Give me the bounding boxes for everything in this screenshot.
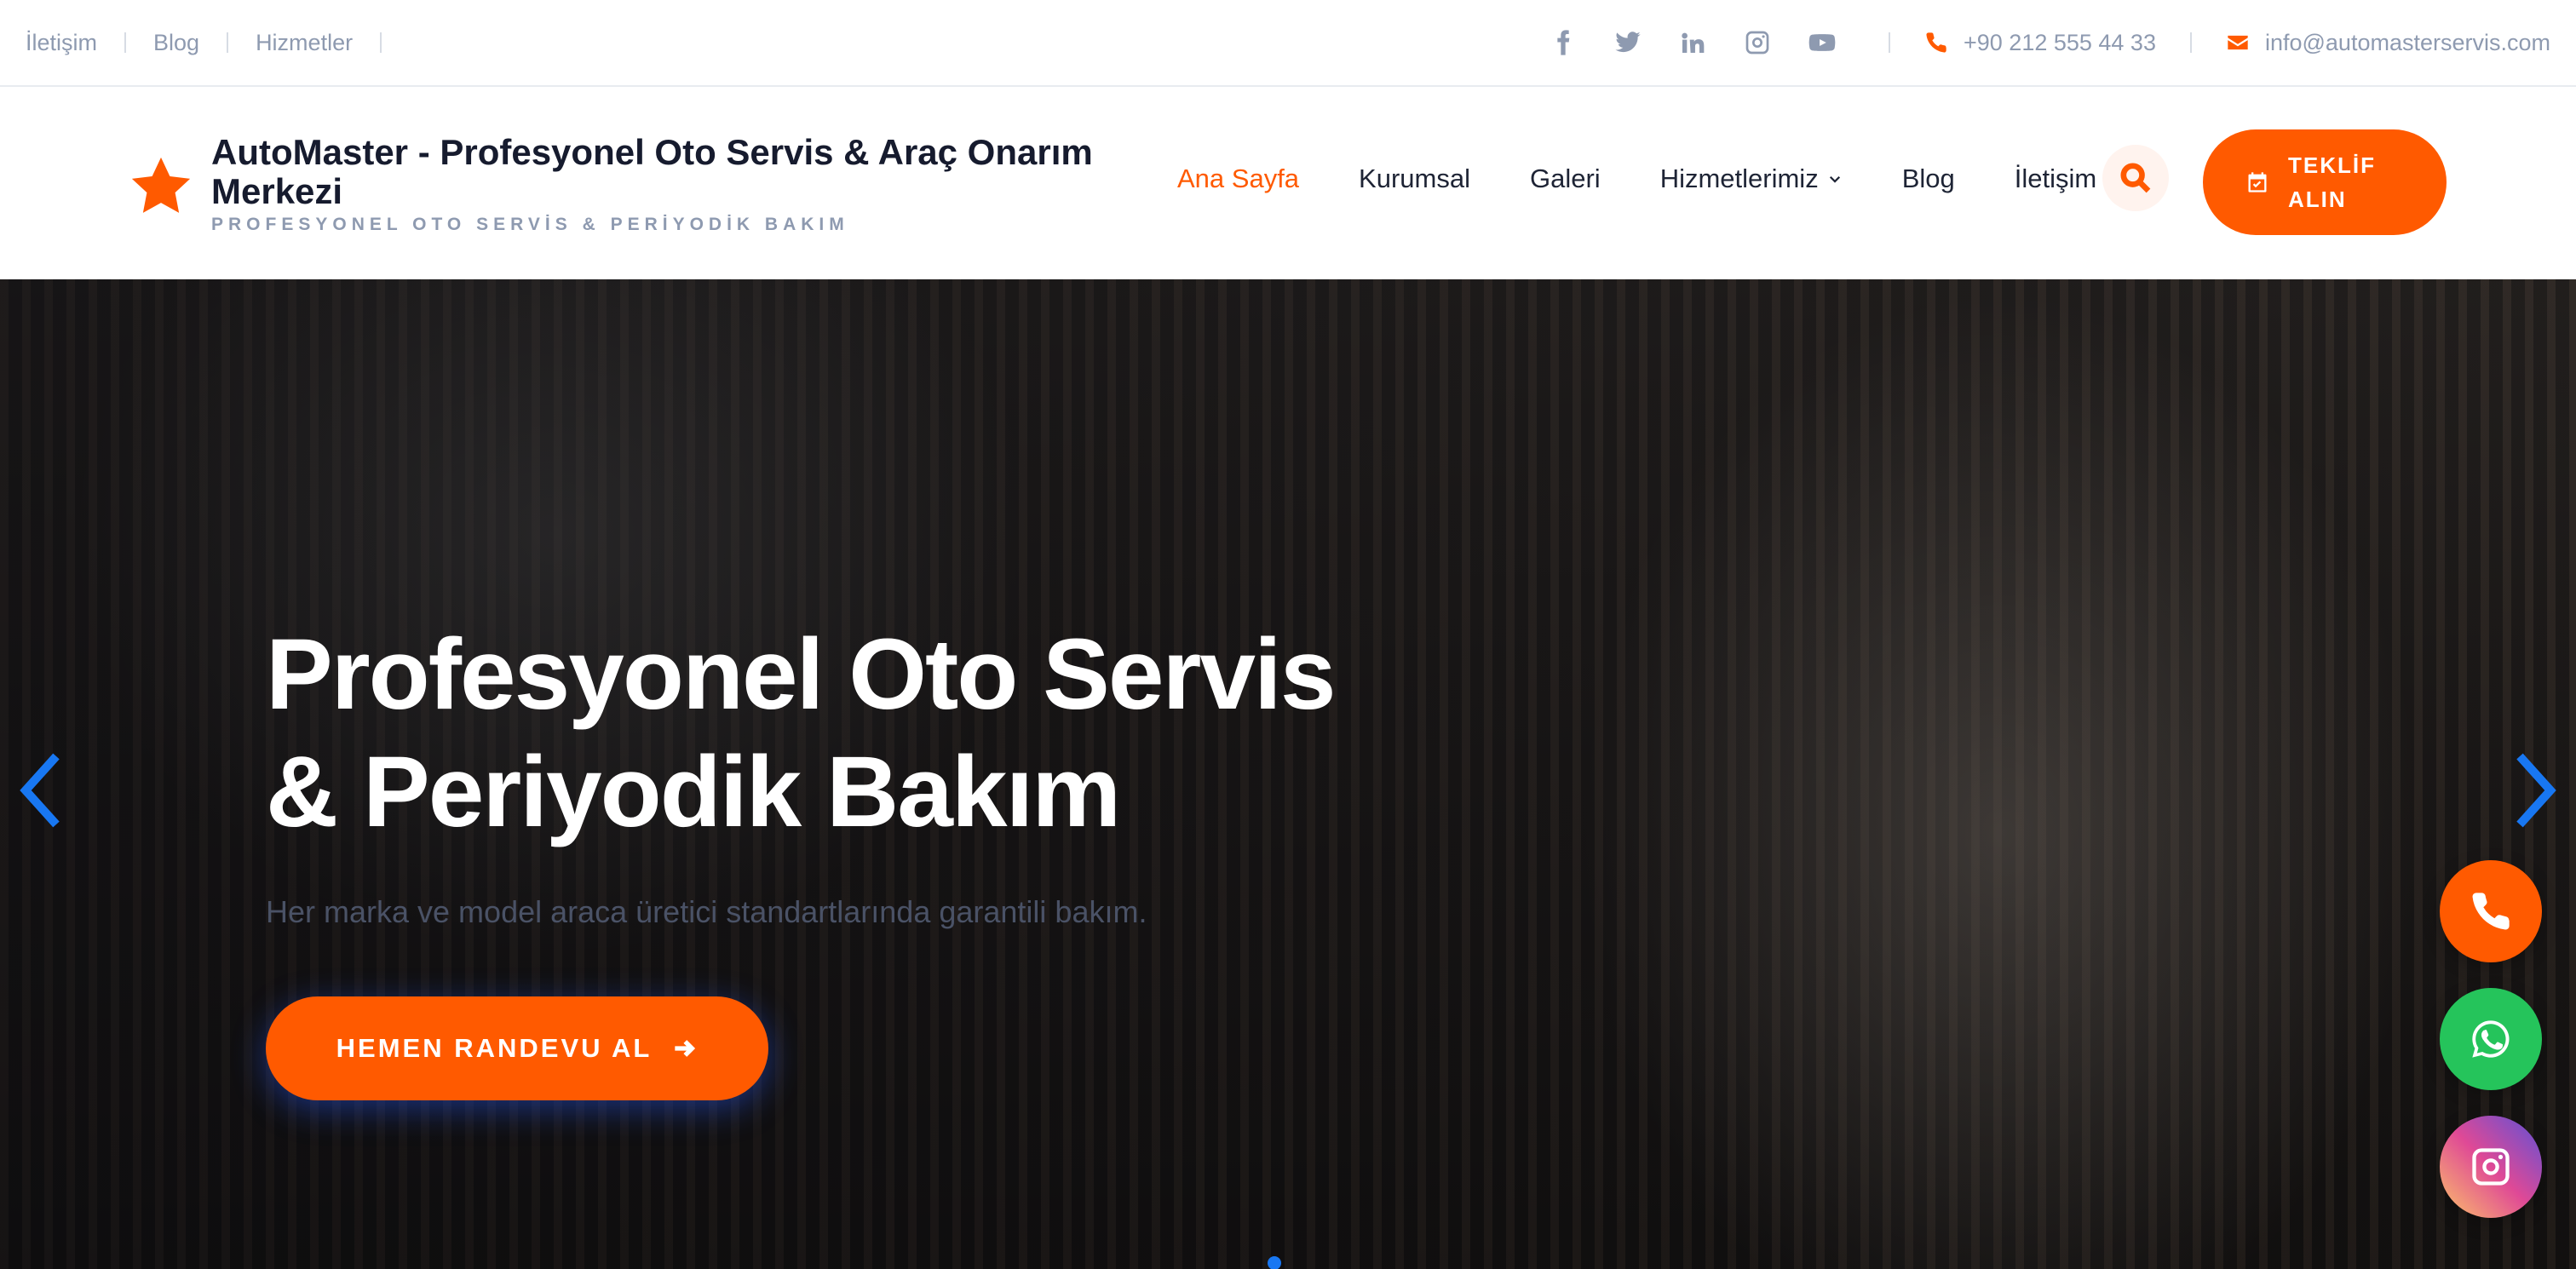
nav-item-blog[interactable]: Blog [1902,164,1955,194]
brand-logo[interactable]: AutoMaster - Profesyonel Oto Servis & Ar… [128,133,1216,235]
arrow-right-icon [675,1040,696,1057]
phone-icon [2472,893,2510,930]
instagram-icon [2472,1148,2510,1186]
facebook-icon[interactable] [1546,26,1580,60]
top-link-iletisim[interactable]: İletişim [26,30,97,56]
nav-item-ana-sayfa[interactable]: Ana Sayfa [1177,164,1299,194]
slider-next-button[interactable] [2513,749,2561,831]
phone-number: +90 212 555 44 33 [1964,29,2156,55]
nav-item-label: Hizmetlerimiz [1659,164,1819,193]
twitter-icon[interactable] [1611,26,1645,60]
top-link-blog[interactable]: Blog [153,30,199,56]
nav-item-kurumsal[interactable]: Kurumsal [1359,164,1470,194]
nav-item-galeri[interactable]: Galeri [1530,164,1601,194]
calendar-icon [2248,172,2267,192]
search-button[interactable] [2102,145,2169,211]
hero-subtitle: Her marka ve model araca üretici standar… [266,894,1147,929]
nav-item-hizmetlerimiz[interactable]: Hizmetlerimiz [1660,164,1843,194]
search-icon [2120,163,2151,193]
brand-subtitle: PROFESYONEL OTO SERVİS & PERİYODİK BAKIM [211,215,849,234]
hero-title: Profesyonel Oto Servis & Periyodik Bakım [266,616,1544,851]
appointment-button-label: HEMEN RANDEVU AL [336,1033,653,1063]
chevron-down-icon [1829,175,1840,183]
brand-title: AutoMaster - Profesyonel Oto Servis & Ar… [211,132,1093,211]
whatsapp-floating-button[interactable] [2440,988,2542,1090]
appointment-button[interactable]: HEMEN RANDEVU AL [266,996,768,1100]
phone-contact[interactable]: +90 212 555 44 33 [1924,30,2156,56]
quote-button-label: TEKLİF ALIN [2288,152,2376,212]
linkedin-icon[interactable] [1676,26,1710,60]
slider-pagination-dot[interactable] [1268,1256,1281,1269]
whatsapp-icon [2472,1020,2510,1058]
main-header: AutoMaster - Profesyonel Oto Servis & Ar… [0,89,2576,279]
hero-title-line-1: Profesyonel Oto Servis [266,618,1336,731]
quote-button[interactable]: TEKLİF ALIN [2203,129,2447,235]
top-right: +90 212 555 44 33 info@automasterservis.… [1531,26,2550,60]
chevron-right-icon [2516,753,2556,828]
youtube-icon[interactable] [1805,26,1839,60]
top-links: İletişim Blog Hizmetler [26,30,409,56]
main-nav: Ana Sayfa Kurumsal Galeri Hizmetlerimiz … [1177,164,2096,194]
slider-prev-button[interactable] [15,749,63,831]
divider [1889,32,1890,53]
divider [227,32,229,53]
hero-slider: Profesyonel Oto Servis & Periyodik Bakım… [0,279,2576,1269]
star-icon [128,153,194,220]
instagram-icon[interactable] [1740,26,1774,60]
phone-icon [1926,32,1946,53]
divider [380,32,382,53]
nav-item-iletisim[interactable]: İletişim [2015,164,2096,194]
divider [124,32,127,53]
email-contact[interactable]: info@automasterservis.com [2226,30,2550,56]
top-bar: İletişim Blog Hizmetler +90 212 555 44 3… [0,0,2576,87]
chevron-left-icon [20,753,60,828]
hero-title-line-2: & Periyodik Bakım [266,736,1121,848]
call-floating-button[interactable] [2440,860,2542,962]
envelope-icon [2228,35,2248,50]
divider [2189,32,2192,53]
top-link-hizmetler[interactable]: Hizmetler [256,30,353,56]
instagram-floating-button[interactable] [2440,1116,2542,1218]
email-address: info@automasterservis.com [2264,29,2550,55]
